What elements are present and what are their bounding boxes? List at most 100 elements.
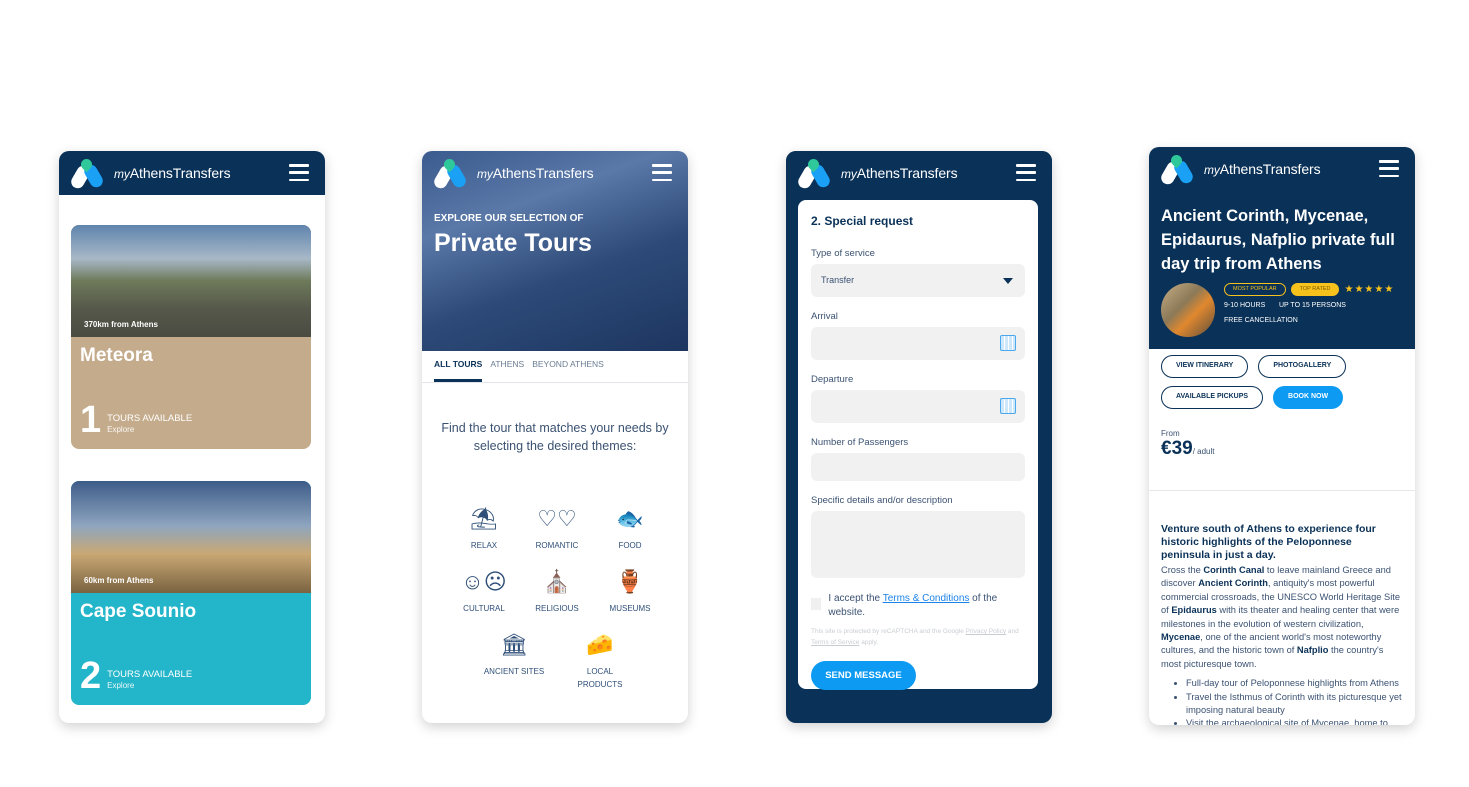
- passengers-input[interactable]: [811, 453, 1025, 481]
- highlight-item: Full-day tour of Peloponnese highlights …: [1186, 677, 1403, 690]
- app-header: myAthensTransfers: [422, 151, 688, 195]
- tab-beyond-athens[interactable]: BEYOND ATHENS: [532, 351, 604, 383]
- tour-tabs: ALL TOURS ATHENS BEYOND ATHENS: [422, 351, 688, 383]
- app-header: myAthensTransfers: [1149, 147, 1415, 191]
- brand-name: myAthensTransfers: [841, 165, 958, 181]
- theme-local-products[interactable]: 🧀 LOCAL PRODUCTS: [568, 629, 632, 691]
- destination-name: Meteora: [80, 345, 153, 366]
- departure-date-input[interactable]: [811, 390, 1025, 423]
- price-block: From €39/ adult: [1149, 409, 1415, 491]
- terms-checkbox[interactable]: [811, 598, 822, 610]
- hero-banner: myAthensTransfers EXPLORE OUR SELECTION …: [422, 151, 688, 351]
- hearts-icon: ♡♡: [537, 506, 577, 531]
- phone-destinations: myAthensTransfers 370km from Athens Mete…: [59, 151, 325, 723]
- theme-food[interactable]: 🐟 FOOD: [598, 503, 662, 552]
- phone-private-tours: myAthensTransfers EXPLORE OUR SELECTION …: [422, 151, 688, 723]
- special-request-form: 2. Special request Type of service Trans…: [798, 200, 1038, 690]
- calendar-icon[interactable]: [1000, 398, 1016, 414]
- theme-museums[interactable]: 🏺 MUSEUMS: [598, 566, 662, 615]
- phone-tour-detail: myAthensTransfers Ancient Corinth, Mycen…: [1149, 147, 1415, 725]
- vase-icon: 🏺: [616, 569, 644, 594]
- description-lead: Venture south of Athens to experience fo…: [1161, 523, 1376, 561]
- price-unit: / adult: [1192, 447, 1215, 456]
- details-textarea[interactable]: [811, 511, 1025, 578]
- highlight-place: Corinth Canal: [1203, 565, 1265, 575]
- theme-grid: ⛱ RELAX ♡♡ ROMANTIC 🐟 FOOD ☺☹ CULTURAL ⛪ RELI…: [452, 503, 662, 705]
- destination-distance: 60km from Athens: [84, 576, 154, 585]
- service-label: Type of service: [811, 248, 875, 259]
- tour-count: 1: [80, 399, 102, 441]
- theme-relax[interactable]: ⛱ RELAX: [452, 503, 516, 552]
- theme-religious[interactable]: ⛪ RELIGIOUS: [525, 566, 589, 615]
- highlight-place: Mycenae: [1161, 632, 1201, 643]
- logo-icon[interactable]: [68, 156, 106, 191]
- highlight-item: Travel the Isthmus of Corinth with its p…: [1186, 691, 1403, 718]
- free-cancellation: FREE CANCELLATION: [1224, 317, 1298, 324]
- available-pickups-button[interactable]: AVAILABLE PICKUPS: [1161, 386, 1264, 409]
- logo-icon[interactable]: [1158, 152, 1196, 187]
- theme-ancient-sites[interactable]: 🏛 ANCIENT SITES: [482, 629, 546, 691]
- price-amount: €39/ adult: [1161, 438, 1215, 459]
- brand-name: myAthensTransfers: [114, 165, 231, 181]
- arrival-date-input[interactable]: [811, 327, 1025, 360]
- column-icon: 🏛: [500, 632, 528, 657]
- tab-athens[interactable]: ATHENS: [490, 351, 524, 383]
- book-now-button[interactable]: BOOK NOW: [1273, 386, 1344, 409]
- top-rated-badge: TOP RATED: [1290, 283, 1340, 296]
- tour-count: 2: [80, 655, 102, 697]
- app-header: myAthensTransfers: [59, 151, 325, 195]
- most-popular-badge: MOST POPULAR: [1224, 283, 1286, 296]
- tab-all-tours[interactable]: ALL TOURS: [434, 351, 483, 383]
- destination-card-sounio[interactable]: 60km from Athens Cape Sounio 2 TOURS AVA…: [71, 481, 311, 705]
- beach-umbrella-icon: ⛱: [470, 506, 498, 531]
- explore-link[interactable]: Explore: [107, 424, 192, 435]
- send-message-button[interactable]: SEND MESSAGE: [811, 661, 916, 690]
- hamburger-menu-icon[interactable]: [1379, 160, 1399, 177]
- hero-subtitle: EXPLORE OUR SELECTION OF: [434, 213, 584, 224]
- hamburger-menu-icon[interactable]: [652, 164, 672, 181]
- tour-description: Venture south of Athens to experience fo…: [1149, 491, 1415, 725]
- logo-icon[interactable]: [431, 156, 469, 191]
- highlight-item: Visit the archaeological site of Mycenae…: [1186, 717, 1403, 725]
- terms-of-service-link[interactable]: Terms of Service: [811, 639, 859, 646]
- hamburger-menu-icon[interactable]: [289, 164, 309, 181]
- form-heading: 2. Special request: [811, 214, 914, 228]
- tour-capacity: UP TO 15 PERSONS: [1279, 302, 1346, 309]
- destination-name: Cape Sounio: [80, 601, 197, 622]
- themes-intro: Find the tour that matches your needs by…: [441, 421, 669, 453]
- calendar-icon[interactable]: [1000, 335, 1016, 351]
- highlight-place: Ancient Corinth: [1198, 578, 1268, 589]
- view-itinerary-button[interactable]: VIEW ITINERARY: [1161, 355, 1249, 378]
- app-header: myAthensTransfers: [786, 151, 1052, 195]
- highlight-place: Epidaurus: [1171, 605, 1217, 616]
- theme-cultural[interactable]: ☺☹ CULTURAL: [452, 566, 516, 615]
- privacy-policy-link[interactable]: Privacy Policy: [966, 628, 1006, 635]
- brand-name: myAthensTransfers: [1204, 161, 1321, 177]
- destination-distance: 370km from Athens: [84, 320, 158, 329]
- price-from-label: From: [1161, 429, 1180, 438]
- church-icon: ⛪: [543, 569, 571, 594]
- recaptcha-notice: This site is protected by reCAPTCHA and …: [811, 628, 1019, 646]
- star-rating-icon: ★★★★★: [1344, 284, 1395, 295]
- details-label: Specific details and/or description: [811, 495, 953, 506]
- arrival-label: Arrival: [811, 311, 838, 322]
- logo-icon[interactable]: [795, 156, 833, 191]
- hamburger-menu-icon[interactable]: [1016, 164, 1036, 181]
- theater-masks-icon: ☺☹: [461, 569, 507, 594]
- explore-link[interactable]: Explore: [107, 680, 192, 691]
- phone-special-request: myAthensTransfers 2. Special request Typ…: [786, 151, 1052, 723]
- destination-card-meteora[interactable]: 370km from Athens Meteora 1 TOURS AVAILA…: [71, 225, 311, 449]
- terms-link[interactable]: Terms & Conditions: [883, 593, 970, 604]
- tour-header: myAthensTransfers Ancient Corinth, Mycen…: [1149, 147, 1415, 349]
- tour-duration: 9-10 HOURS: [1224, 302, 1266, 309]
- tour-thumbnail[interactable]: [1161, 283, 1215, 337]
- highlights-list: Full-day tour of Peloponnese highlights …: [1161, 677, 1403, 725]
- destination-image: 60km from Athens: [71, 481, 311, 593]
- service-select[interactable]: Transfer: [811, 264, 1025, 297]
- tours-available-label: TOURS AVAILABLE: [107, 669, 193, 680]
- departure-label: Departure: [811, 374, 854, 385]
- fish-icon: 🐟: [616, 506, 644, 531]
- photogallery-button[interactable]: PHOTOGALLERY: [1258, 355, 1347, 378]
- theme-romantic[interactable]: ♡♡ ROMANTIC: [525, 503, 589, 552]
- passengers-label: Number of Passengers: [811, 437, 909, 448]
